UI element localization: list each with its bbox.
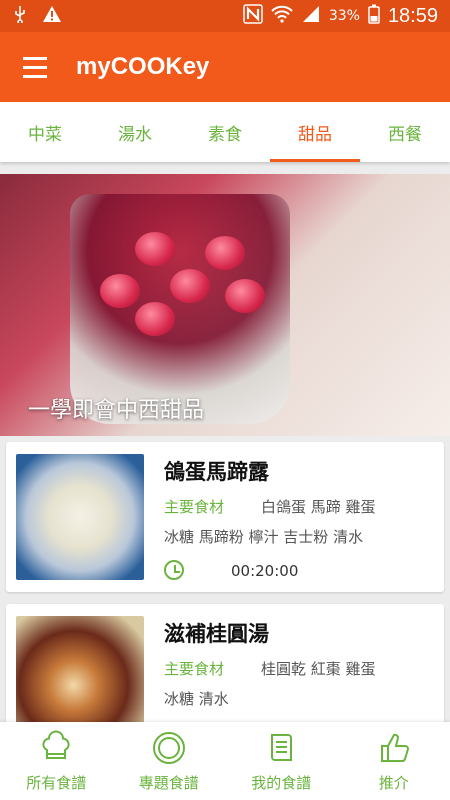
cooking-time: 00:20:00 [231,562,299,580]
recipe-card[interactable]: 鴿蛋馬蹄露 主要食材 白鴿蛋 馬蹄 雞蛋 冰糖 馬蹄粉 檸汁 吉士粉 清水 00… [6,442,444,592]
app-title: myCOOKey [76,53,210,80]
thumbs-up-icon [380,733,409,762]
battery-text: 33% [328,8,360,24]
ingredients-line: 桂圓乾 紅棗 雞蛋 [261,660,376,678]
nav-label: 推介 [378,773,409,792]
app-bar: myCOOKey [0,32,450,102]
nav-label: 我的食譜 [251,773,312,792]
chef-hat-icon [42,730,70,759]
raspberry [135,232,175,266]
nav-label: 專題食譜 [138,773,199,792]
category-tabs: 中菜 湯水 素食 甜品 西餐 [0,102,450,162]
nav-my-recipes[interactable]: 我的食譜 [225,722,338,800]
clock-time: 18:59 [387,4,438,27]
raspberry [225,279,265,313]
signal-icon [301,5,321,27]
recipe-thumbnail [16,454,144,580]
wifi-icon [271,5,293,27]
raspberry [170,269,210,303]
hero-caption: 一學即會中西甜品 [28,398,205,423]
ingredients-label: 主要食材 [164,498,225,516]
ingredients-line: 白鴿蛋 馬蹄 雞蛋 [261,498,376,516]
raspberry [135,302,175,336]
nav-label: 所有食譜 [26,773,87,792]
bottom-navigation: 所有食譜 專題食譜 我的食譜 推介 [0,722,450,800]
usb-icon [12,5,28,27]
ingredients-label: 主要食材 [164,660,225,678]
tab-soup[interactable]: 湯水 [90,102,180,162]
ingredients-line: 冰糖 馬蹄粉 檸汁 吉士粉 清水 [164,528,364,546]
hero-banner[interactable]: 一學即會中西甜品 [0,174,450,436]
plate-icon [152,731,185,764]
tab-vegetarian[interactable]: 素食 [180,102,270,162]
raspberry [100,274,140,308]
ingredients-line: 冰糖 清水 [164,690,229,708]
battery-icon [368,4,380,28]
raspberry [205,236,245,270]
tab-chinese[interactable]: 中菜 [0,102,90,162]
status-bar: 33% 18:59 [0,0,450,32]
recipe-title: 鴿蛋馬蹄露 [164,460,269,484]
nav-all-recipes[interactable]: 所有食譜 [0,722,113,800]
nav-featured-recipes[interactable]: 專題食譜 [113,722,226,800]
nfc-icon [243,4,263,28]
nav-recommend[interactable]: 推介 [338,722,450,800]
tab-western[interactable]: 西餐 [360,102,450,162]
recipe-title: 滋補桂圓湯 [164,622,269,646]
clock-icon [164,560,184,580]
warning-icon [42,5,62,27]
scroll-icon [271,733,293,761]
tab-dessert[interactable]: 甜品 [270,102,360,162]
menu-icon[interactable] [0,32,70,102]
